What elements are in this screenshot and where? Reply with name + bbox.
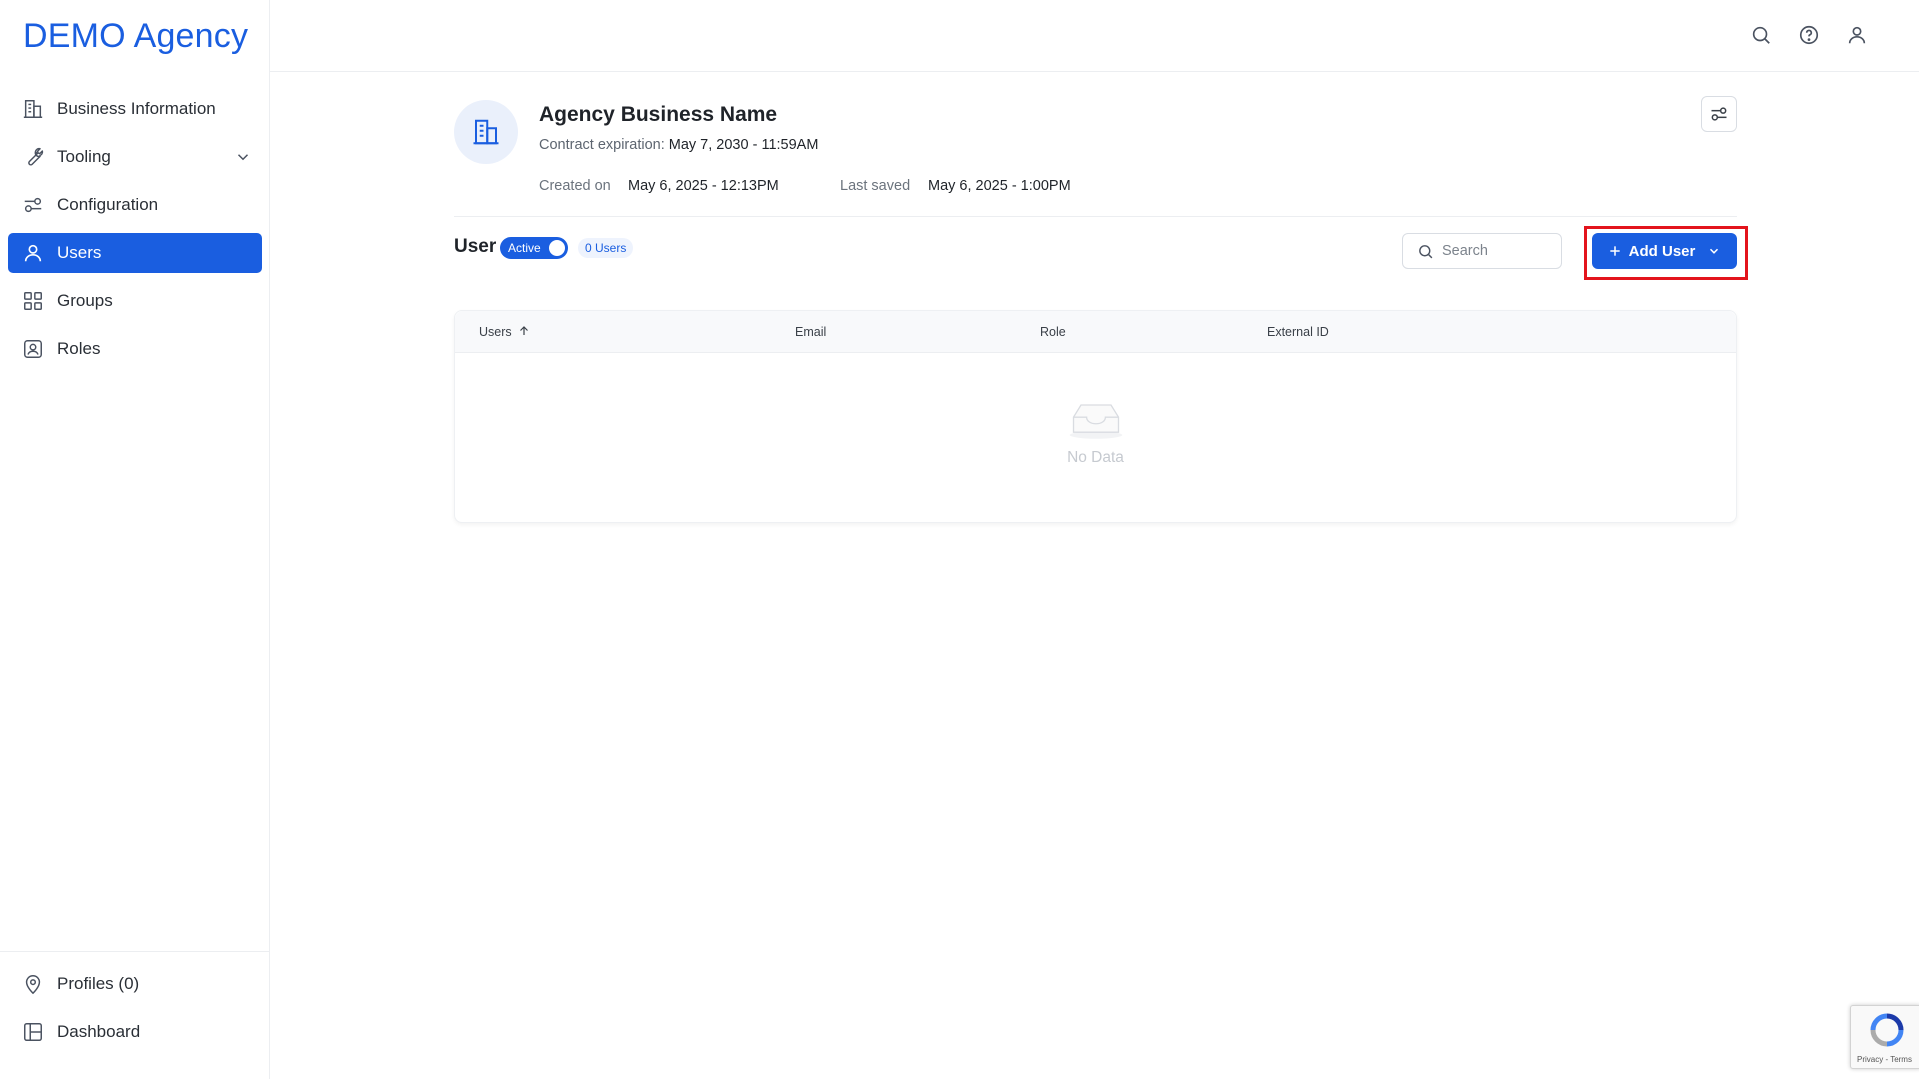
top-bar xyxy=(270,0,1919,72)
user-icon xyxy=(21,241,45,265)
building-icon xyxy=(21,97,45,121)
contract-expiration-value: May 7, 2030 - 11:59AM xyxy=(668,137,819,153)
user-count-badge: 0 Users xyxy=(578,238,634,258)
created-on-label: Created on xyxy=(539,178,611,194)
chevron-down-icon xyxy=(1710,248,1719,254)
id-badge-icon xyxy=(21,337,45,361)
toggle-label: Active xyxy=(508,241,541,255)
column-header-role[interactable]: Role xyxy=(1040,325,1066,339)
sidebar-bottom-nav: Profiles (0) Dashboard xyxy=(0,951,269,1060)
account-icon[interactable] xyxy=(1846,24,1870,48)
plus-icon xyxy=(1609,246,1620,256)
contract-expiration-label: Contract expiration: xyxy=(539,137,665,153)
search-icon xyxy=(1419,244,1433,258)
sliders-icon xyxy=(1711,107,1727,121)
sidebar-item-label: Profiles (0) xyxy=(57,974,140,993)
sort-ascending-icon[interactable] xyxy=(518,325,530,337)
sidebar-item-label: Configuration xyxy=(57,195,159,214)
add-user-button[interactable]: Add User xyxy=(1592,233,1737,269)
sidebar-item-label: Tooling xyxy=(57,147,111,166)
recaptcha-text[interactable]: Privacy - Terms xyxy=(1857,1055,1912,1064)
toggle-knob xyxy=(549,240,565,256)
empty-state: No Data xyxy=(455,399,1736,467)
sidebar-item-label: Users xyxy=(57,243,102,262)
app-root: DEMO Agency Business Information Tooling xyxy=(0,0,1919,1079)
add-user-label: Add User xyxy=(1628,242,1696,260)
column-header-users[interactable]: Users xyxy=(479,325,530,339)
sidebar-item-tooling[interactable]: Tooling xyxy=(8,137,262,177)
sidebar-item-business-information[interactable]: Business Information xyxy=(8,89,262,129)
sliders-icon xyxy=(21,193,45,217)
empty-state-text: No Data xyxy=(1067,449,1124,466)
column-header-external-id[interactable]: External ID xyxy=(1267,325,1329,339)
active-toggle[interactable]: Active xyxy=(500,237,568,259)
section-title: User xyxy=(454,236,497,257)
sidebar-item-users[interactable]: Users xyxy=(8,233,262,273)
last-saved-label: Last saved xyxy=(840,178,911,194)
sidebar: DEMO Agency Business Information Tooling xyxy=(0,0,270,1079)
wrench-icon xyxy=(21,145,45,169)
business-avatar xyxy=(454,100,518,164)
sidebar-item-groups[interactable]: Groups xyxy=(8,281,262,321)
last-saved-value: May 6, 2025 - 1:00PM xyxy=(928,178,1071,194)
column-header-label: Users xyxy=(479,325,512,339)
column-header-email[interactable]: Email xyxy=(795,325,826,339)
building-icon xyxy=(473,119,499,145)
settings-button[interactable] xyxy=(1701,96,1737,132)
search-field[interactable] xyxy=(1402,233,1562,269)
recaptcha-badge[interactable]: Privacy - Terms xyxy=(1850,1005,1919,1069)
sidebar-item-label: Business Information xyxy=(57,99,216,118)
grid-icon xyxy=(21,289,45,313)
sidebar-item-label: Groups xyxy=(57,291,113,310)
users-table: Users Email Role External ID No Data xyxy=(454,310,1737,523)
created-on-value: May 6, 2025 - 12:13PM xyxy=(628,178,779,194)
sidebar-item-roles[interactable]: Roles xyxy=(8,329,262,369)
table-header: Users Email Role External ID xyxy=(455,311,1736,353)
dashboard-icon xyxy=(21,1020,45,1044)
chevron-down-icon[interactable] xyxy=(234,148,252,166)
empty-inbox-icon xyxy=(1069,404,1122,439)
contract-expiration: Contract expiration: May 7, 2030 - 11:59… xyxy=(539,137,818,153)
sidebar-item-label: Roles xyxy=(57,339,101,358)
sidebar-item-label: Dashboard xyxy=(57,1022,141,1041)
recaptcha-icon xyxy=(1870,1013,1904,1047)
help-icon[interactable] xyxy=(1798,24,1822,48)
business-name: Agency Business Name xyxy=(539,103,778,126)
header-divider xyxy=(454,216,1737,217)
sidebar-nav: Business Information Tooling Configurati… xyxy=(8,89,262,377)
brand-logo[interactable]: DEMO Agency xyxy=(23,17,248,56)
map-pin-icon xyxy=(21,972,45,996)
sidebar-item-dashboard[interactable]: Dashboard xyxy=(8,1012,261,1052)
search-input[interactable] xyxy=(1442,243,1552,259)
sidebar-item-configuration[interactable]: Configuration xyxy=(8,185,262,225)
sidebar-item-profiles[interactable]: Profiles (0) xyxy=(8,964,261,1004)
search-icon[interactable] xyxy=(1750,24,1774,48)
